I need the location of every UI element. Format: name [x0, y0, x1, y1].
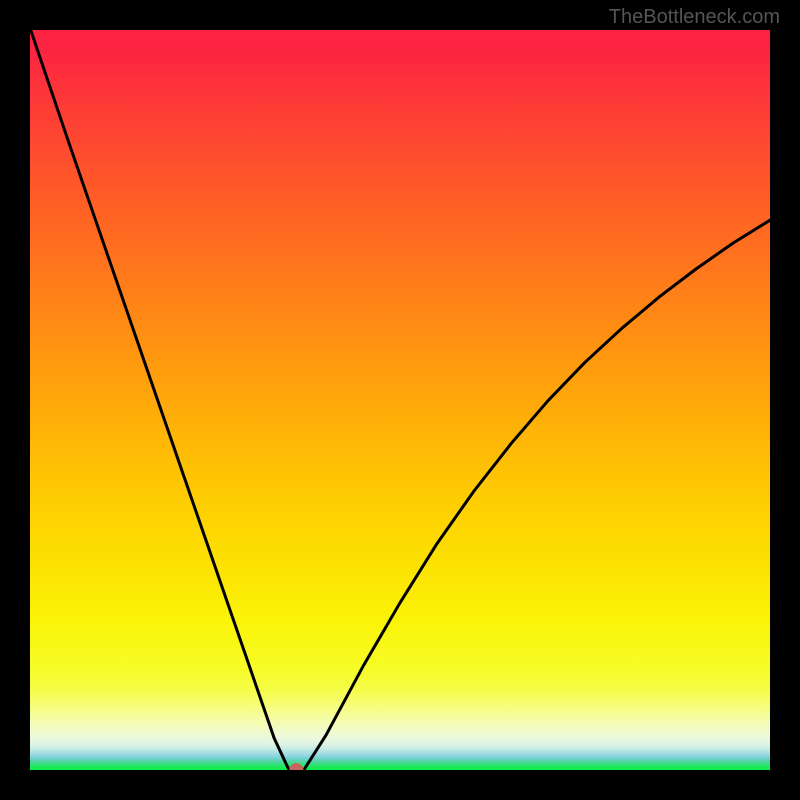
watermark-text: TheBottleneck.com — [609, 6, 780, 29]
chart-plot-area — [30, 30, 770, 770]
chart-background-gradient — [30, 30, 770, 770]
